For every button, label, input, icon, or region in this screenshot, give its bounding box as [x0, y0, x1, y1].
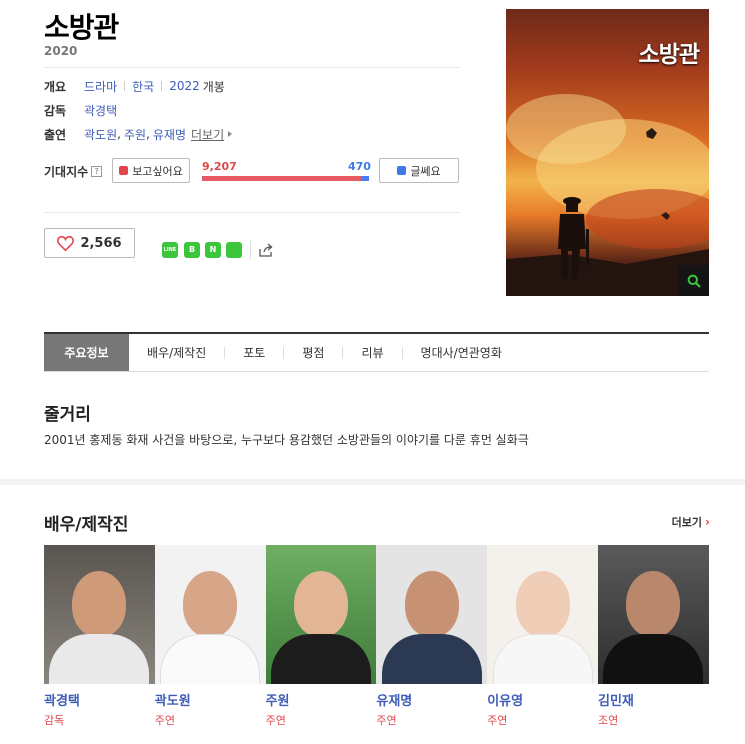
tab-photos[interactable]: 포토	[225, 334, 283, 371]
person-role: 주연	[265, 714, 286, 727]
genre-link[interactable]: 드라마	[84, 78, 117, 95]
person-card[interactable]: 김민재 조연	[597, 545, 709, 728]
pass-button[interactable]: 글쎄요	[379, 158, 459, 183]
cast-more-link[interactable]: 더보기	[191, 126, 224, 143]
person-card[interactable]: 주원 주연	[265, 545, 377, 728]
director-row: 감독 곽경택	[44, 100, 117, 120]
tab-bar: 주요정보 배우/제작진 포토 평점 리뷰 명대사/연관영화	[44, 332, 709, 372]
band-share-icon[interactable]: B	[184, 242, 200, 258]
cast-label: 출연	[44, 127, 67, 142]
page-title: 소방관	[44, 11, 119, 44]
movie-poster[interactable]: 소방관	[506, 9, 709, 296]
want-count: 9,207	[202, 160, 237, 173]
release-year-link[interactable]: 2022	[169, 79, 200, 93]
cast-link[interactable]: 주원	[124, 126, 146, 143]
expectation-bar	[202, 176, 369, 181]
section-divider	[0, 479, 745, 485]
thumbs-down-icon	[397, 166, 407, 175]
pass-count: 470	[348, 160, 371, 173]
help-icon[interactable]: ?	[91, 166, 103, 177]
chevron-right-icon: ›	[705, 515, 710, 529]
person-card[interactable]: 곽도원 주연	[154, 545, 266, 728]
person-name[interactable]: 곽경택	[44, 690, 155, 709]
person-photo[interactable]	[44, 545, 155, 684]
person-role: 주연	[487, 714, 508, 727]
naver-share-icon[interactable]: N	[205, 242, 221, 258]
person-photo[interactable]	[597, 545, 709, 684]
overview-row: 개요 드라마 한국 2022 개봉	[44, 76, 225, 96]
separator	[161, 81, 163, 91]
line-share-icon[interactable]: LINE	[162, 242, 178, 258]
overview-label: 개요	[44, 79, 67, 94]
country-link[interactable]: 한국	[132, 78, 154, 95]
person-name[interactable]: 이유영	[487, 690, 598, 709]
like-button[interactable]: 2,566	[44, 228, 135, 258]
expectation-bar-fill	[202, 176, 361, 181]
heart-icon	[57, 235, 75, 251]
cast-list: 곽경택 감독 곽도원 주연 주원 주연 유재명 주연 이유영 주연 김민재 조연	[44, 545, 709, 728]
director-label: 감독	[44, 103, 67, 118]
cast-more-button[interactable]: 더보기 ›	[672, 514, 710, 530]
divider	[44, 212, 460, 213]
want-button[interactable]: 보고싶어요	[112, 158, 190, 183]
divider	[44, 67, 460, 68]
expectation-label: 기대지수 ?	[44, 163, 103, 180]
share-icon[interactable]	[258, 242, 274, 262]
tab-main-info[interactable]: 주요정보	[44, 334, 129, 371]
separator	[124, 81, 126, 91]
person-photo[interactable]	[265, 545, 377, 684]
person-name[interactable]: 곽도원	[155, 690, 266, 709]
person-role: 주연	[376, 714, 397, 727]
cast-link[interactable]: 유재명	[153, 126, 186, 143]
synopsis-title: 줄거리	[44, 405, 91, 425]
separator	[250, 241, 251, 259]
release-year: 2020	[44, 44, 78, 58]
person-role: 주연	[154, 714, 176, 727]
memo-share-icon[interactable]	[226, 242, 242, 258]
synopsis-text: 2001년 홍제동 화재 사건을 바탕으로, 누구보다 용감했던 소방관들의 이…	[44, 433, 529, 447]
poster-title: 소방관	[638, 42, 700, 68]
tab-cast-crew[interactable]: 배우/제작진	[129, 334, 224, 371]
person-name[interactable]: 김민재	[598, 690, 709, 709]
person-card[interactable]: 곽경택 감독	[44, 545, 155, 728]
like-count: 2,566	[80, 235, 122, 251]
person-role: 감독	[44, 714, 65, 727]
cast-link[interactable]: 곽도원	[84, 126, 117, 143]
person-card[interactable]: 유재명 주연	[376, 545, 488, 728]
person-photo[interactable]	[376, 545, 488, 684]
person-name[interactable]: 유재명	[376, 690, 487, 709]
zoom-button[interactable]	[678, 265, 709, 296]
person-card[interactable]: 이유영 주연	[487, 545, 598, 728]
cast-section-title: 배우/제작진	[44, 515, 129, 535]
director-link[interactable]: 곽경택	[84, 102, 117, 119]
person-name[interactable]: 주원	[266, 690, 377, 709]
person-photo[interactable]	[487, 545, 598, 684]
tab-quotes-related[interactable]: 명대사/연관영화	[403, 334, 520, 371]
person-photo[interactable]	[154, 545, 266, 684]
release-text: 개봉	[202, 79, 225, 94]
thumbs-up-icon	[119, 166, 129, 175]
person-role: 조연	[597, 714, 619, 727]
cast-row: 출연 곽도원, 주원, 유재명 더보기	[44, 124, 233, 144]
search-icon	[687, 274, 701, 288]
arrow-right-icon	[228, 131, 233, 137]
tab-ratings[interactable]: 평점	[284, 334, 342, 371]
tab-reviews[interactable]: 리뷰	[343, 334, 401, 371]
